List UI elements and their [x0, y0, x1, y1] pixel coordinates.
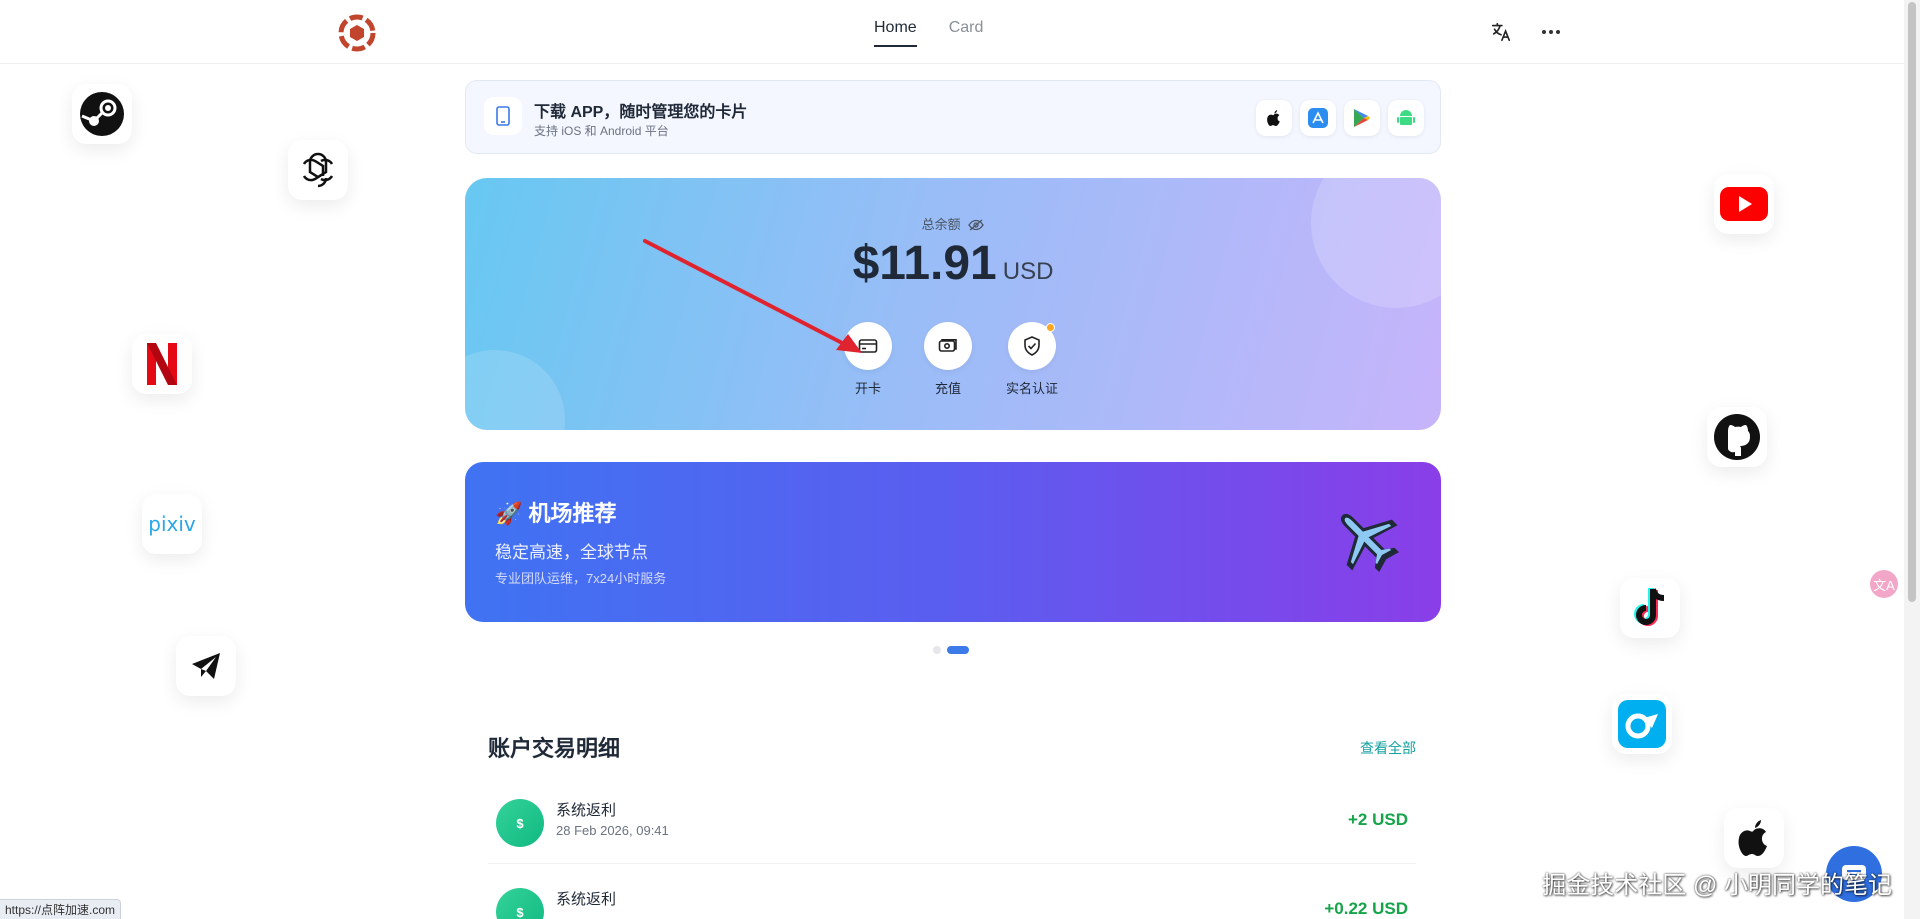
transaction-date: 28 Feb 2026, 09:41 — [556, 823, 669, 838]
nav-card[interactable]: Card — [949, 0, 984, 64]
transaction-row[interactable]: $ 系统返利 28 Feb 2026, 09:41 +2 USD — [488, 784, 1416, 864]
recharge-icon — [924, 322, 972, 370]
transaction-amount: +0.22 USD — [1324, 899, 1408, 918]
card-icon — [844, 322, 892, 370]
vertical-scrollbar[interactable] — [1904, 0, 1920, 919]
carousel-indicator — [933, 646, 969, 654]
watermark-text: 掘金技术社区 @ 小明同学的笔记 — [1542, 872, 1892, 899]
balance-card: 总余额 $11.91 USD 开卡 充值 实名认证 — [465, 178, 1441, 430]
top-header: Home Card — [0, 0, 1904, 64]
balance-label: 总余额 — [921, 217, 961, 232]
dollar-icon: $ — [496, 888, 544, 919]
promo-title: 🚀 机场推荐 — [495, 501, 617, 526]
main-nav: Home Card — [874, 0, 983, 64]
carousel-dot[interactable] — [933, 646, 941, 654]
google-play-icon[interactable] — [1344, 100, 1380, 136]
onlyfans-icon — [1612, 694, 1672, 754]
download-title: 下载 APP，随时管理您的卡片 — [534, 104, 748, 121]
decor-circle — [465, 350, 565, 430]
scrollbar-thumb[interactable] — [1908, 2, 1916, 602]
transaction-amount: +2 USD — [1348, 810, 1408, 829]
balance-label-row: 总余额 — [465, 214, 1441, 234]
page: Home Card pixiv 下载 APP，随时管理您的卡片 支持 iOS 和… — [0, 0, 1920, 919]
translate-fab[interactable]: 文A — [1870, 570, 1898, 598]
airplane-icon — [1329, 502, 1401, 579]
youtube-icon — [1714, 174, 1774, 234]
carousel-dot-active[interactable] — [947, 646, 969, 654]
phone-icon — [484, 97, 522, 135]
github-icon — [1707, 407, 1767, 467]
download-app-banner: 下载 APP，随时管理您的卡片 支持 iOS 和 Android 平台 — [465, 80, 1441, 154]
transaction-row[interactable]: $ 系统返利 +0.22 USD — [488, 873, 1416, 919]
openai-icon — [288, 140, 348, 200]
promo-banner[interactable]: 🚀 机场推荐 稳定高速，全球节点 专业团队运维，7x24小时服务 — [465, 462, 1441, 622]
view-all-link[interactable]: 查看全部 — [1360, 738, 1416, 758]
open-card-label: 开卡 — [854, 381, 881, 396]
transaction-name: 系统返利 — [556, 891, 617, 908]
dollar-icon: $ — [496, 799, 544, 847]
download-subtitle: 支持 iOS 和 Android 平台 — [534, 124, 669, 138]
notification-dot — [1046, 323, 1055, 332]
apple-icon — [1724, 808, 1784, 868]
status-bar-url: https://点阵加速.com — [0, 899, 122, 919]
telegram-icon — [176, 636, 236, 696]
pixiv-icon: pixiv — [142, 494, 202, 554]
balance-amount-row: $11.91 USD — [465, 236, 1441, 291]
balance-currency: USD — [1002, 258, 1054, 285]
promo-subtitle: 稳定高速，全球节点 — [495, 543, 648, 562]
transaction-name: 系统返利 — [556, 802, 617, 819]
verify-shield-icon — [1008, 322, 1056, 370]
apple-store-icon[interactable] — [1256, 100, 1292, 136]
recharge-label: 充值 — [934, 381, 961, 396]
app-store-icon[interactable] — [1300, 100, 1336, 136]
hide-balance-icon[interactable] — [968, 219, 985, 234]
recharge-button[interactable]: 充值 — [908, 322, 988, 397]
translate-icon[interactable] — [1487, 18, 1515, 46]
tiktok-icon — [1620, 578, 1680, 638]
open-card-button[interactable]: 开卡 — [828, 322, 908, 397]
android-icon[interactable] — [1388, 100, 1424, 136]
promo-detail: 专业团队运维，7x24小时服务 — [495, 571, 667, 586]
netflix-icon — [132, 334, 192, 394]
more-icon[interactable] — [1537, 18, 1565, 46]
pixiv-text: pixiv — [148, 512, 196, 536]
logo-icon[interactable] — [337, 13, 377, 53]
nav-home[interactable]: Home — [874, 0, 917, 64]
balance-amount: $11.91 — [852, 237, 997, 290]
steam-icon — [72, 84, 132, 144]
verify-identity-button[interactable]: 实名认证 — [992, 322, 1072, 397]
transactions-title: 账户交易明细 — [488, 736, 621, 761]
verify-identity-label: 实名认证 — [1005, 381, 1058, 396]
